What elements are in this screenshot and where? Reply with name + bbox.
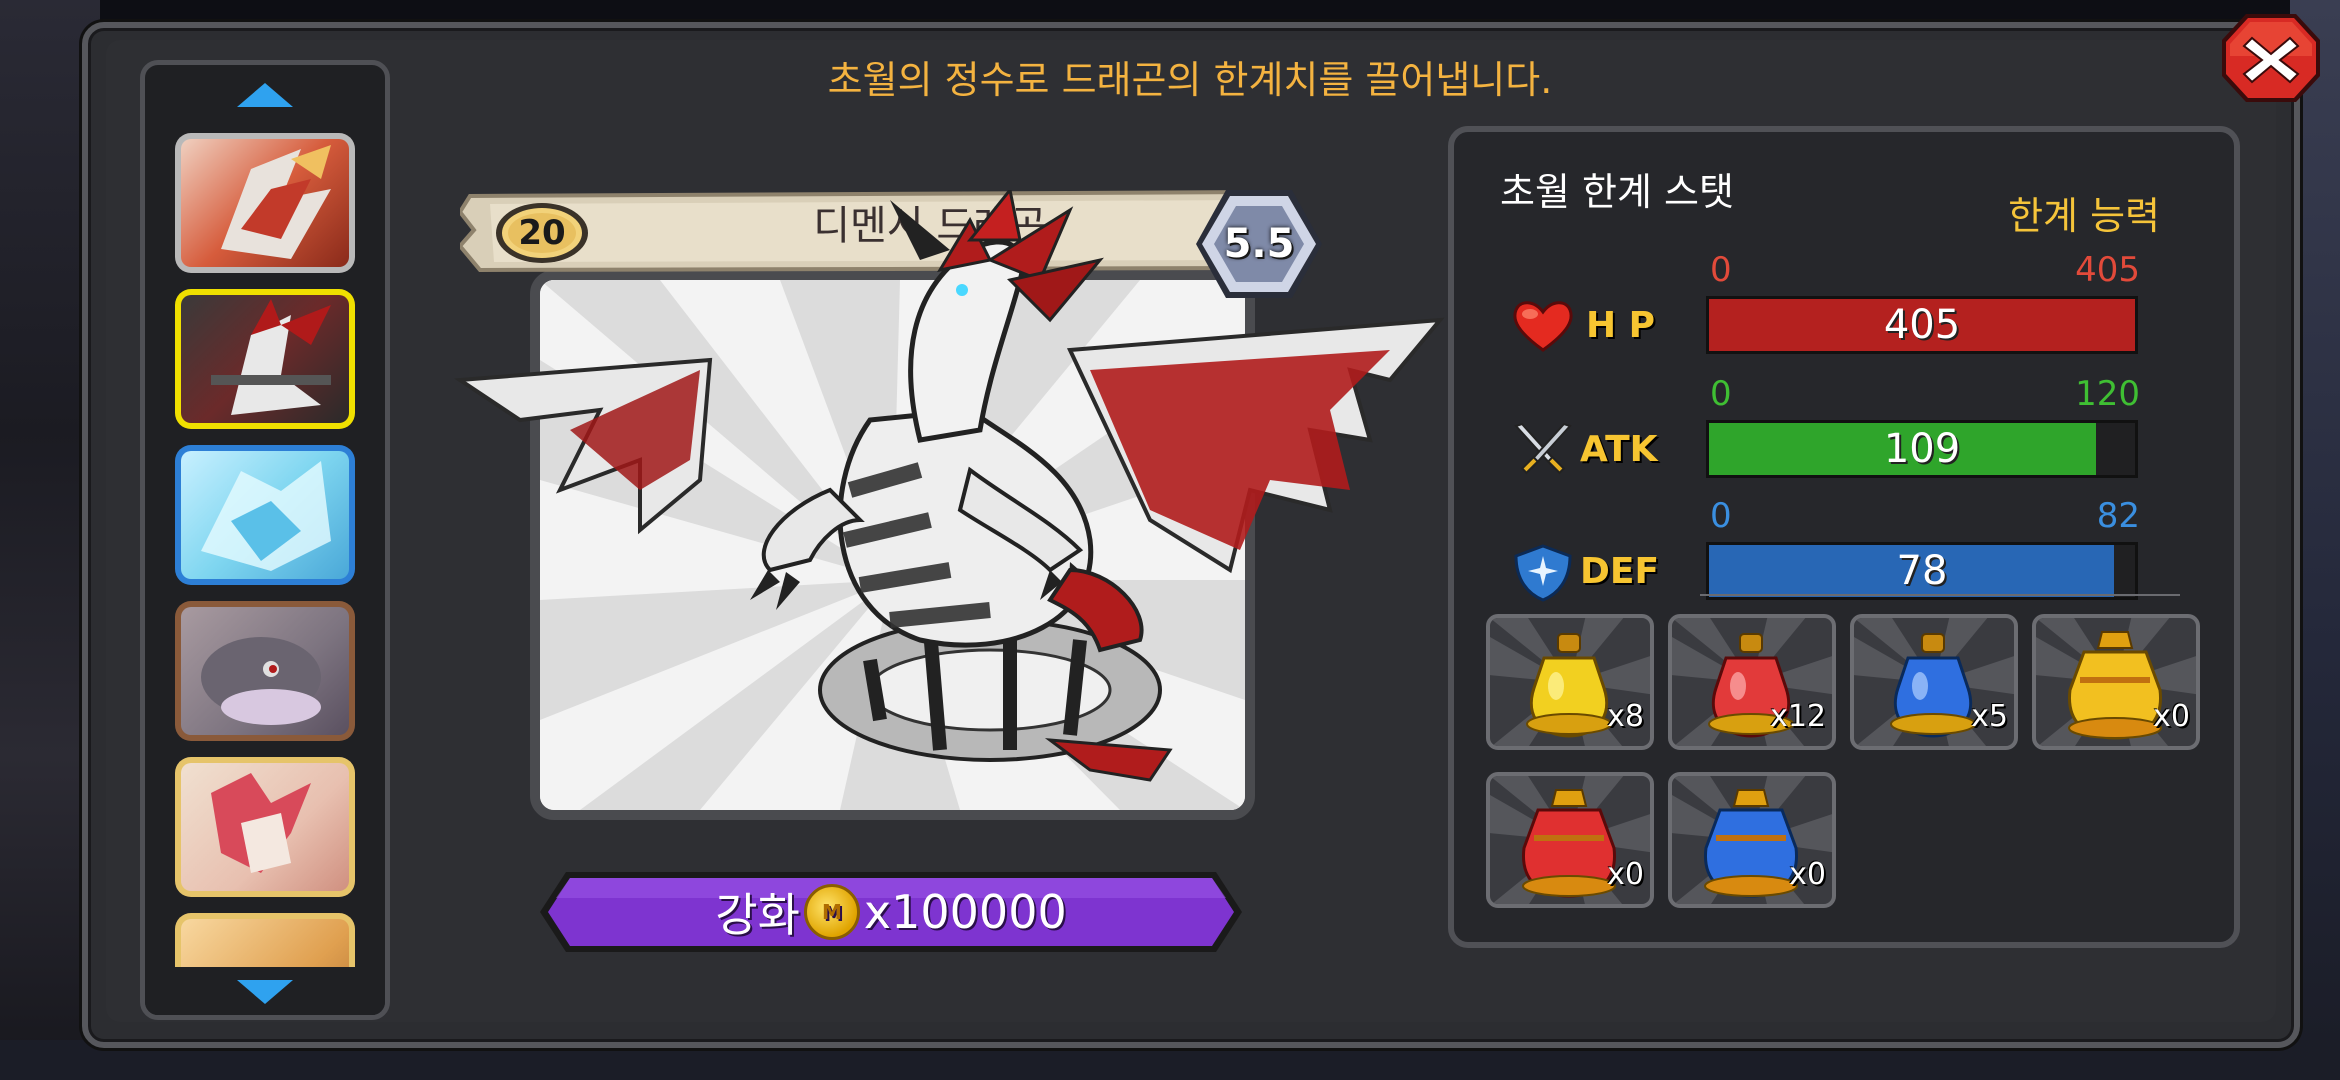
list-item[interactable] xyxy=(175,445,355,585)
item-slot[interactable]: x8 xyxy=(1486,614,1654,750)
item-slot[interactable]: x0 xyxy=(1486,772,1654,908)
grade-value: 5.5 xyxy=(1223,221,1295,267)
item-count: x0 xyxy=(1789,857,1826,892)
item-count: x12 xyxy=(1770,699,1826,734)
hp-bar: 405 xyxy=(1706,296,2138,354)
item-slot[interactable]: x12 xyxy=(1668,614,1836,750)
item-slot[interactable]: x0 xyxy=(2032,614,2200,750)
fire-dragon-thumb xyxy=(181,139,349,267)
list-item-selected[interactable] xyxy=(175,289,355,429)
gray-dragon-thumb xyxy=(181,607,349,735)
item-count: x0 xyxy=(1607,857,1644,892)
def-value: 78 xyxy=(1896,548,1948,594)
enhance-label: 강화 xyxy=(715,888,800,942)
atk-bar: 109 xyxy=(1706,420,2138,478)
swords-icon xyxy=(1514,422,1572,475)
def-label: DEF xyxy=(1580,551,1660,592)
shield-icon xyxy=(1514,544,1572,602)
item-slot[interactable]: x5 xyxy=(1850,614,2018,750)
atk-min: 0 xyxy=(1710,374,1732,414)
pink-dragon-thumb xyxy=(181,763,349,891)
hp-label: H P xyxy=(1586,305,1656,346)
dragon-list-panel[interactable] xyxy=(140,60,390,1020)
dementia-dragon-thumb xyxy=(181,295,349,423)
hp-value: 405 xyxy=(1883,302,1961,348)
stat-panel-title: 초월 한계 스탯 xyxy=(1500,170,1734,214)
coin-icon: M xyxy=(803,884,860,940)
stat-divider xyxy=(1700,594,2180,596)
scroll-down-button[interactable] xyxy=(145,967,385,1015)
hp-min: 0 xyxy=(1710,250,1732,290)
item-count: x8 xyxy=(1607,699,1644,734)
hp-max: 405 xyxy=(2075,250,2140,290)
ice-dragon-thumb xyxy=(181,451,349,579)
def-max: 82 xyxy=(2096,496,2140,536)
atk-value: 109 xyxy=(1883,426,1961,472)
close-button[interactable] xyxy=(2218,10,2324,106)
def-bar: 78 xyxy=(1706,542,2138,600)
item-slot[interactable]: x0 xyxy=(1668,772,1836,908)
arrow-up-icon xyxy=(237,83,293,107)
list-item[interactable] xyxy=(175,601,355,741)
enhance-button[interactable]: 강화 M x100000 xyxy=(536,868,1246,956)
atk-max: 120 xyxy=(2075,374,2140,414)
list-item[interactable] xyxy=(175,757,355,897)
item-count: x0 xyxy=(2153,699,2190,734)
heart-icon xyxy=(1513,301,1573,352)
scroll-up-button[interactable] xyxy=(235,79,295,111)
close-icon xyxy=(2222,14,2320,102)
headline-text: 초월의 정수로 드래곤의 한계치를 끌어냅니다. xyxy=(827,58,1553,102)
enhance-cost: x100000 xyxy=(863,885,1067,939)
def-min: 0 xyxy=(1710,496,1732,536)
limit-ability-label: 한계 능력 xyxy=(2008,194,2160,238)
arrow-down-icon xyxy=(237,980,293,1004)
atk-label: ATK xyxy=(1580,429,1658,470)
coin-letter: M xyxy=(821,900,842,924)
item-count: x5 xyxy=(1971,699,2008,734)
list-item[interactable] xyxy=(175,133,355,273)
